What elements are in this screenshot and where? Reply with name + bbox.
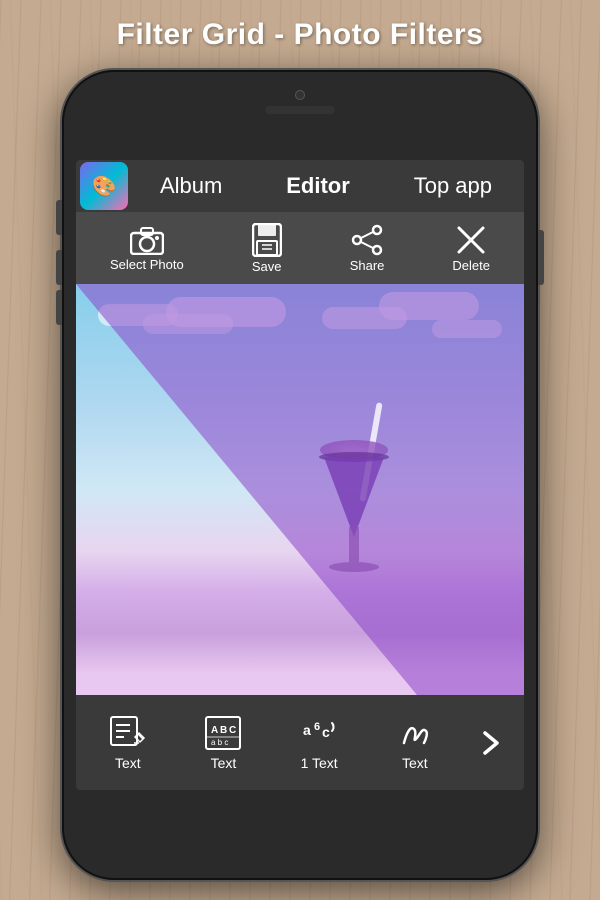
phone-frame: 🎨 Album Editor Top app — [62, 70, 538, 880]
bottom-text-2-button[interactable]: A B C a b c Text — [176, 715, 272, 771]
bottom-text-4-label: Text — [402, 755, 428, 771]
phone-speaker — [265, 106, 335, 114]
bottom-text-3-button[interactable]: a 6 c 1 Text — [271, 715, 367, 771]
toolbar: Select Photo Save — [76, 212, 524, 284]
app-logo: 🎨 — [80, 162, 128, 210]
svg-text:B: B — [220, 725, 227, 736]
svg-text:c: c — [322, 724, 330, 740]
app-nav: 🎨 Album Editor Top app — [76, 160, 524, 212]
text-cursive-icon — [396, 715, 434, 751]
select-photo-label: Select Photo — [110, 257, 184, 272]
text-abc-icon: A B C a b c — [204, 715, 242, 751]
bottom-text-2-label: Text — [211, 755, 237, 771]
next-arrow-button[interactable] — [463, 729, 520, 757]
tab-editor[interactable]: Editor — [278, 173, 358, 199]
share-button[interactable]: Share — [350, 224, 385, 273]
drink-glass — [309, 432, 399, 592]
drink-glass-base — [329, 562, 379, 572]
bottom-text-4-button[interactable]: Text — [367, 715, 463, 771]
delete-label: Delete — [452, 258, 490, 273]
bottom-text-3-label: 1 Text — [301, 755, 338, 771]
bottom-toolbar: Text A B C a b c Text — [76, 695, 524, 790]
bottom-text-1-button[interactable]: Text — [80, 715, 176, 771]
phone-camera — [295, 90, 305, 100]
close-icon — [455, 224, 487, 256]
camera-icon — [130, 225, 164, 255]
wood-background: Filter Grid - Photo Filters 🎨 Album Edit… — [0, 0, 600, 900]
select-photo-button[interactable]: Select Photo — [110, 225, 184, 272]
save-label: Save — [252, 259, 282, 274]
text-a6c-icon: a 6 c — [300, 715, 338, 751]
svg-text:A: A — [211, 725, 218, 736]
share-icon — [351, 224, 383, 256]
app-logo-icon: 🎨 — [80, 162, 128, 210]
svg-text:6: 6 — [314, 721, 320, 733]
save-icon — [252, 223, 282, 257]
tab-topapp[interactable]: Top app — [406, 173, 500, 199]
phone-screen: 🎨 Album Editor Top app — [76, 160, 524, 790]
share-label: Share — [350, 258, 385, 273]
delete-button[interactable]: Delete — [452, 224, 490, 273]
tab-album[interactable]: Album — [152, 173, 230, 199]
svg-text:C: C — [229, 725, 236, 736]
svg-text:a b c: a b c — [211, 738, 228, 747]
page-title: Filter Grid - Photo Filters — [0, 18, 600, 52]
purple-filter-overlay — [76, 284, 524, 695]
photo-area — [76, 284, 524, 695]
save-button[interactable]: Save — [252, 223, 282, 274]
svg-text:a: a — [303, 722, 311, 738]
text-edit-icon — [109, 715, 147, 751]
drink-glass-stem — [349, 527, 359, 562]
bottom-text-1-label: Text — [115, 755, 141, 771]
nav-tabs: Album Editor Top app — [128, 160, 524, 212]
phone-top-bar — [62, 90, 538, 114]
drink-glass-body — [324, 457, 384, 537]
